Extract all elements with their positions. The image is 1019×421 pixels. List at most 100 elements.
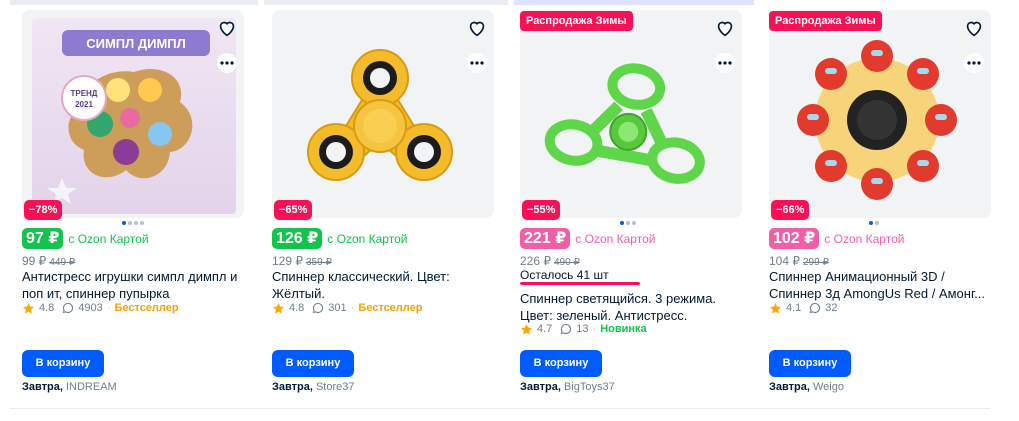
delivery-info: Завтра, Store37 bbox=[272, 381, 355, 393]
trend-text: ТРЕНД bbox=[70, 89, 97, 98]
stock-bar bbox=[520, 282, 640, 285]
ozon-card-price: 221 ₽ bbox=[520, 228, 571, 249]
reviews-count: 32 bbox=[825, 302, 838, 314]
regular-price: 129 ₽ bbox=[272, 254, 303, 268]
discount-badge: −78% bbox=[24, 200, 63, 220]
ozon-card-label: c Ozon Картой bbox=[824, 231, 905, 246]
more-options-icon[interactable] bbox=[963, 52, 985, 74]
more-options-icon[interactable] bbox=[466, 52, 488, 74]
novelty-tag: Новинка bbox=[600, 323, 647, 335]
ozon-card-price: 102 ₽ bbox=[769, 228, 820, 249]
product-photo bbox=[272, 10, 494, 218]
reviews-icon bbox=[810, 302, 821, 314]
star-icon bbox=[272, 302, 285, 314]
regular-price: 99 ₽ bbox=[22, 254, 47, 268]
reviews-icon bbox=[313, 302, 324, 314]
promo-badge: Распродажа Зимы bbox=[520, 11, 633, 31]
favorite-icon[interactable] bbox=[466, 17, 488, 39]
regular-price: 226 ₽ bbox=[520, 254, 551, 268]
reviews-count: 13 bbox=[576, 323, 589, 335]
seller-name[interactable]: INDREAM bbox=[66, 381, 117, 393]
product-card[interactable]: СИМПЛ ДИМПЛ ТРЕНД 2021 −78% 97 ₽ c Ozon … bbox=[22, 10, 244, 400]
favorite-icon[interactable] bbox=[714, 17, 736, 39]
ozon-card-label: c Ozon Картой bbox=[327, 231, 408, 246]
reviews-count: 4903 bbox=[78, 302, 103, 314]
discount-badge: −55% bbox=[522, 200, 561, 220]
old-price: 490 ₽ bbox=[554, 257, 580, 268]
product-grid: СИМПЛ ДИМПЛ ТРЕНД 2021 −78% 97 ₽ c Ozon … bbox=[22, 10, 1002, 400]
promo-badge: Распродажа Зимы bbox=[769, 11, 882, 31]
seller-name[interactable]: Weigo bbox=[813, 381, 844, 393]
favorite-icon[interactable] bbox=[963, 17, 985, 39]
top-divider bbox=[0, 0, 1019, 5]
ozon-card-label: c Ozon Картой bbox=[575, 231, 656, 246]
product-image[interactable] bbox=[769, 10, 991, 218]
seller-name[interactable]: BigToys37 bbox=[564, 381, 615, 393]
regular-price-row: 129 ₽359 ₽ bbox=[272, 254, 332, 268]
ozon-card-price: 97 ₽ bbox=[22, 228, 64, 249]
rating-row: 4.7 13 · Новинка bbox=[520, 321, 647, 337]
image-dots bbox=[869, 221, 881, 225]
rating-value: 4.1 bbox=[786, 302, 802, 314]
product-image[interactable] bbox=[520, 10, 742, 218]
stock-remaining: Осталось 41 шт bbox=[520, 268, 609, 282]
rating-value: 4.7 bbox=[537, 323, 553, 335]
delivery-info: Завтра, Weigo bbox=[769, 381, 844, 393]
bestseller-tag: Бестселлер bbox=[114, 302, 179, 314]
seller-name[interactable]: Store37 bbox=[316, 381, 355, 393]
product-photo bbox=[769, 10, 991, 218]
delivery-day: Завтра, bbox=[520, 381, 561, 393]
discount-badge: −65% bbox=[274, 200, 313, 220]
ozon-card-price: 126 ₽ bbox=[272, 228, 323, 249]
reviews-count: 301 bbox=[328, 302, 347, 314]
star-icon bbox=[520, 323, 533, 335]
rating-row: 4.1 32 bbox=[769, 300, 838, 316]
reviews-icon bbox=[63, 302, 74, 314]
old-price: 449 ₽ bbox=[49, 257, 76, 268]
rating-value: 4.8 bbox=[39, 302, 55, 314]
discount-badge: −66% bbox=[771, 200, 810, 220]
product-image[interactable]: СИМПЛ ДИМПЛ ТРЕНД 2021 bbox=[22, 10, 244, 218]
favorite-icon[interactable] bbox=[216, 17, 238, 39]
more-options-icon[interactable] bbox=[216, 52, 238, 74]
regular-price-row: 99 ₽449 ₽ bbox=[22, 254, 75, 268]
rating-row: 4.8 301 · Бестселлер bbox=[272, 300, 422, 316]
product-image[interactable] bbox=[272, 10, 494, 218]
product-card[interactable]: Распродажа Зимы −55% 221 ₽ c Ozon Картой… bbox=[520, 10, 742, 400]
bottom-divider bbox=[10, 408, 990, 409]
price-row: 221 ₽ c Ozon Картой bbox=[520, 228, 655, 249]
banner-text: СИМПЛ ДИМПЛ bbox=[86, 36, 186, 51]
delivery-info: Завтра, BigToys37 bbox=[520, 381, 615, 393]
product-card[interactable]: Распродажа Зимы −66% 102 ₽ c Ozon Картой… bbox=[769, 10, 991, 400]
add-to-cart-button[interactable]: В корзину bbox=[769, 350, 851, 377]
add-to-cart-button[interactable]: В корзину bbox=[272, 350, 354, 377]
product-card[interactable]: −65% 126 ₽ c Ozon Картой 129 ₽359 ₽ Спин… bbox=[272, 10, 494, 400]
old-price: 359 ₽ bbox=[306, 257, 332, 268]
price-row: 126 ₽ c Ozon Картой bbox=[272, 228, 407, 249]
delivery-day: Завтра, bbox=[272, 381, 313, 393]
delivery-info: Завтра, INDREAM bbox=[22, 381, 117, 393]
product-title[interactable]: Спиннер Анимационный 3D / Спиннер 3д Amo… bbox=[769, 268, 991, 302]
old-price: 299 ₽ bbox=[803, 257, 829, 268]
image-dots bbox=[122, 221, 146, 225]
more-options-icon[interactable] bbox=[714, 52, 736, 74]
regular-price-row: 226 ₽490 ₽ bbox=[520, 254, 580, 268]
product-photo bbox=[520, 10, 742, 218]
product-photo: СИМПЛ ДИМПЛ ТРЕНД 2021 bbox=[22, 10, 244, 218]
delivery-day: Завтра, bbox=[22, 381, 63, 393]
price-row: 97 ₽ c Ozon Картой bbox=[22, 228, 149, 249]
ozon-card-label: c Ozon Картой bbox=[68, 231, 149, 246]
star-icon bbox=[769, 302, 782, 314]
rating-row: 4.8 4903 · Бестселлер bbox=[22, 300, 179, 316]
add-to-cart-button[interactable]: В корзину bbox=[22, 350, 104, 377]
stock-bar-fill bbox=[520, 282, 640, 285]
rating-value: 4.8 bbox=[289, 302, 305, 314]
year-text: 2021 bbox=[75, 100, 93, 109]
product-title[interactable]: Антистресс игрушки симпл димпл и поп ит,… bbox=[22, 268, 244, 302]
reviews-icon bbox=[561, 323, 572, 335]
add-to-cart-button[interactable]: В корзину bbox=[520, 350, 602, 377]
product-title[interactable]: Спиннер светящийся. 3 режима. Цвет: зеле… bbox=[520, 290, 742, 324]
price-row: 102 ₽ c Ozon Картой bbox=[769, 228, 904, 249]
image-dots bbox=[620, 221, 638, 225]
product-title[interactable]: Спиннер классический. Цвет: Жёлтый. bbox=[272, 268, 494, 302]
